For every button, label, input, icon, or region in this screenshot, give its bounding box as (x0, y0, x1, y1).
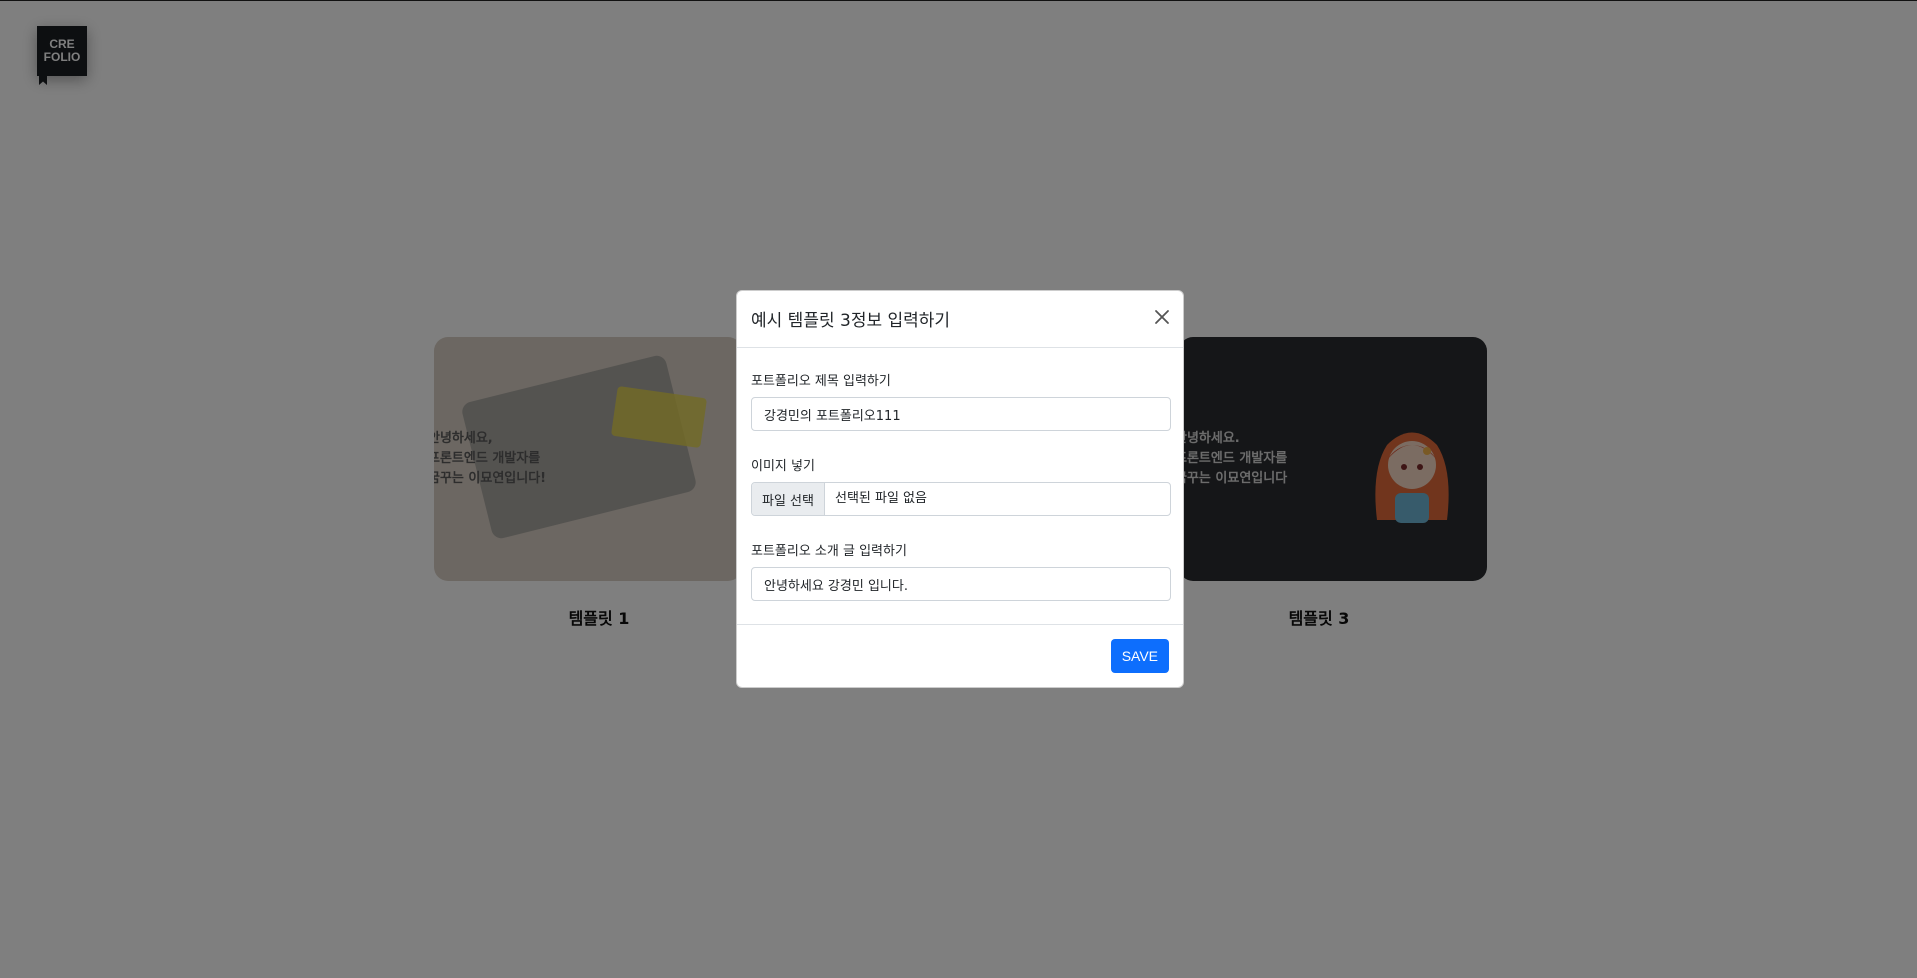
close-button[interactable] (1149, 304, 1175, 330)
template-info-modal: 예시 템플릿 3정보 입력하기 포트폴리오 제목 입력하기 이미지 넣기 파일 … (736, 290, 1184, 688)
file-status-text: 선택된 파일 없음 (834, 491, 927, 506)
modal-footer: SAVE (737, 624, 1183, 687)
portfolio-title-label: 포트폴리오 제목 입력하기 (751, 374, 891, 389)
portfolio-title-input[interactable] (751, 397, 1171, 431)
image-file-input[interactable]: 파일 선택 선택된 파일 없음 (751, 482, 1171, 516)
modal-body: 포트폴리오 제목 입력하기 이미지 넣기 파일 선택 선택된 파일 없음 포트폴… (737, 370, 1183, 601)
image-label: 이미지 넣기 (751, 459, 815, 474)
modal-title: 예시 템플릿 3정보 입력하기 (751, 311, 951, 331)
close-icon (1155, 310, 1169, 324)
save-button[interactable]: SAVE (1110, 639, 1169, 673)
modal-header: 예시 템플릿 3정보 입력하기 (737, 291, 1183, 348)
portfolio-intro-input[interactable] (751, 567, 1171, 601)
portfolio-intro-label: 포트폴리오 소개 글 입력하기 (751, 544, 907, 559)
choose-file-button[interactable]: 파일 선택 (752, 483, 825, 515)
